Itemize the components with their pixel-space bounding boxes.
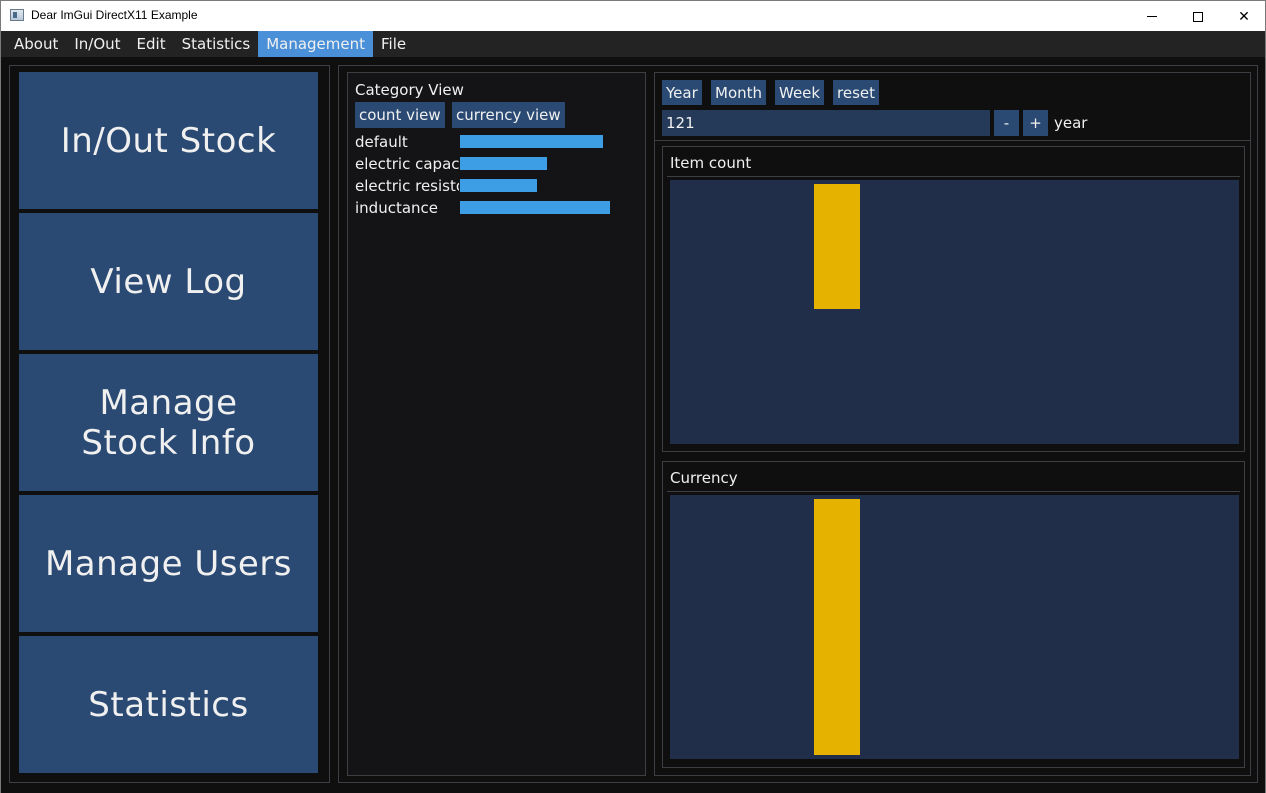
category-bar — [460, 135, 603, 148]
item-count-chart-title: Item count — [670, 154, 752, 172]
menu-about[interactable]: About — [6, 31, 66, 57]
menu-in-out[interactable]: In/Out — [66, 31, 128, 57]
month-button[interactable]: Month — [711, 80, 767, 105]
minimize-icon — [1147, 16, 1157, 17]
menu-edit[interactable]: Edit — [129, 31, 174, 57]
window-titlebar: Dear ImGui DirectX11 Example ✕ — [0, 0, 1266, 31]
nav-manage-users-button[interactable]: Manage Users — [19, 495, 318, 632]
category-bar — [460, 179, 537, 192]
category-view-panel: Category View count view currency view d… — [347, 72, 646, 776]
currency-view-button[interactable]: currency view — [452, 102, 565, 128]
nav-statistics-button[interactable]: Statistics — [19, 636, 318, 773]
menu-statistics[interactable]: Statistics — [174, 31, 259, 57]
period-unit-label: year — [1054, 114, 1088, 132]
item-count-plot — [670, 180, 1239, 444]
chart-panel: Year Month Week reset 121 - + year Item … — [654, 72, 1251, 776]
nav-panel: In/Out Stock View Log Manage Stock Info … — [9, 65, 330, 783]
year-button[interactable]: Year — [662, 80, 702, 105]
reset-button[interactable]: reset — [833, 80, 879, 105]
window-title: Dear ImGui DirectX11 Example — [31, 8, 198, 22]
maximize-button[interactable] — [1175, 1, 1221, 32]
maximize-icon — [1193, 11, 1203, 22]
divider — [667, 176, 1240, 177]
nav-manage-stock-info-button[interactable]: Manage Stock Info — [19, 354, 318, 491]
week-button[interactable]: Week — [775, 80, 825, 105]
currency-bar — [814, 499, 860, 755]
minimize-button[interactable] — [1129, 1, 1175, 32]
category-bar — [460, 157, 547, 170]
nav-in-out-stock-button[interactable]: In/Out Stock — [19, 72, 318, 209]
app-window-icon — [10, 9, 24, 21]
category-bar — [460, 201, 610, 214]
decrement-button[interactable]: - — [994, 110, 1019, 136]
currency-chart: Currency — [662, 461, 1245, 768]
category-label: electric resistor — [355, 177, 459, 195]
item-count-bar — [814, 184, 860, 309]
menu-management[interactable]: Management — [258, 31, 373, 57]
increment-button[interactable]: + — [1023, 110, 1048, 136]
menu-bar: About In/Out Edit Statistics Management … — [0, 31, 1266, 57]
main-area: In/Out Stock View Log Manage Stock Info … — [0, 57, 1266, 793]
category-label: inductance — [355, 199, 439, 217]
close-button[interactable]: ✕ — [1221, 1, 1266, 32]
currency-chart-title: Currency — [670, 469, 738, 487]
divider — [655, 140, 1250, 141]
item-count-chart: Item count — [662, 146, 1245, 452]
currency-plot — [670, 495, 1239, 759]
period-value-input[interactable]: 121 — [662, 110, 990, 136]
category-view-title: Category View — [355, 81, 464, 99]
menu-file[interactable]: File — [373, 31, 414, 57]
close-icon: ✕ — [1238, 8, 1250, 25]
category-label: electric capacitor — [355, 155, 459, 173]
statistics-panel: Category View count view currency view d… — [338, 65, 1258, 783]
category-label: default — [355, 133, 408, 151]
count-view-button[interactable]: count view — [355, 102, 445, 128]
divider — [667, 491, 1240, 492]
nav-view-log-button[interactable]: View Log — [19, 213, 318, 350]
